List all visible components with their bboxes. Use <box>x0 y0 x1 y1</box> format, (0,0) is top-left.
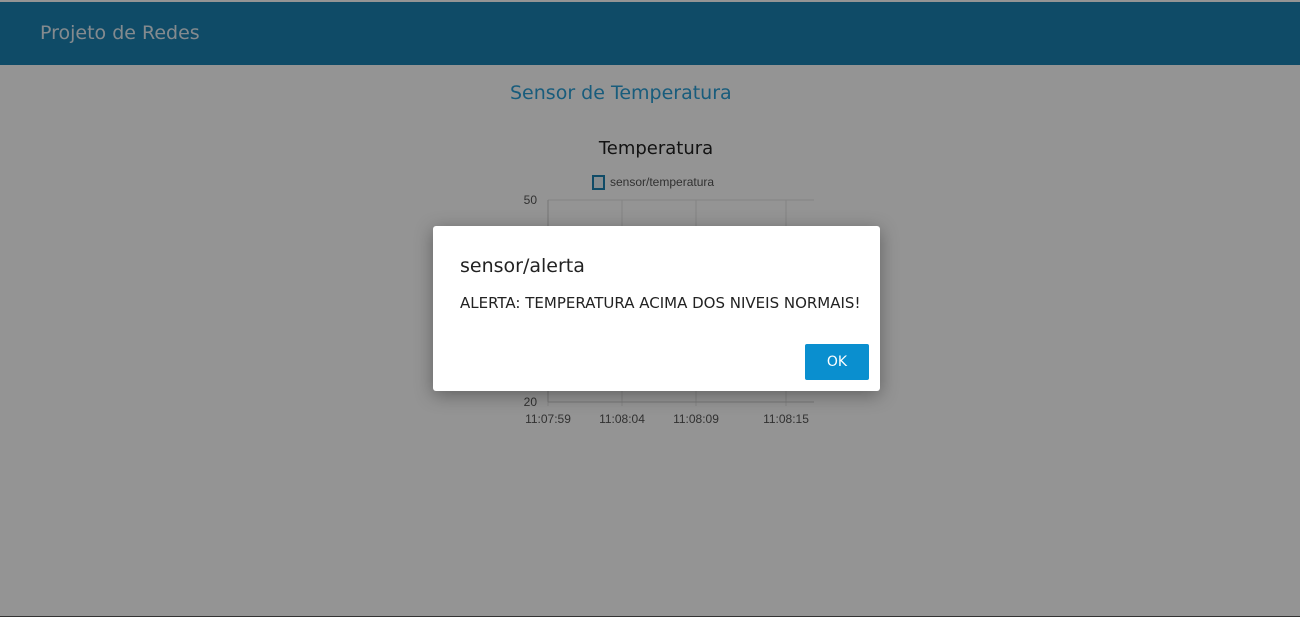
ok-button[interactable]: OK <box>805 344 869 380</box>
alert-dialog: sensor/alerta ALERTA: TEMPERATURA ACIMA … <box>433 226 880 391</box>
page: Projeto de Redes Sensor de Temperatura T… <box>0 0 1300 616</box>
dialog-message: ALERTA: TEMPERATURA ACIMA DOS NIVEIS NOR… <box>460 294 861 312</box>
bottom-border <box>0 616 1300 621</box>
dialog-title: sensor/alerta <box>460 255 585 277</box>
